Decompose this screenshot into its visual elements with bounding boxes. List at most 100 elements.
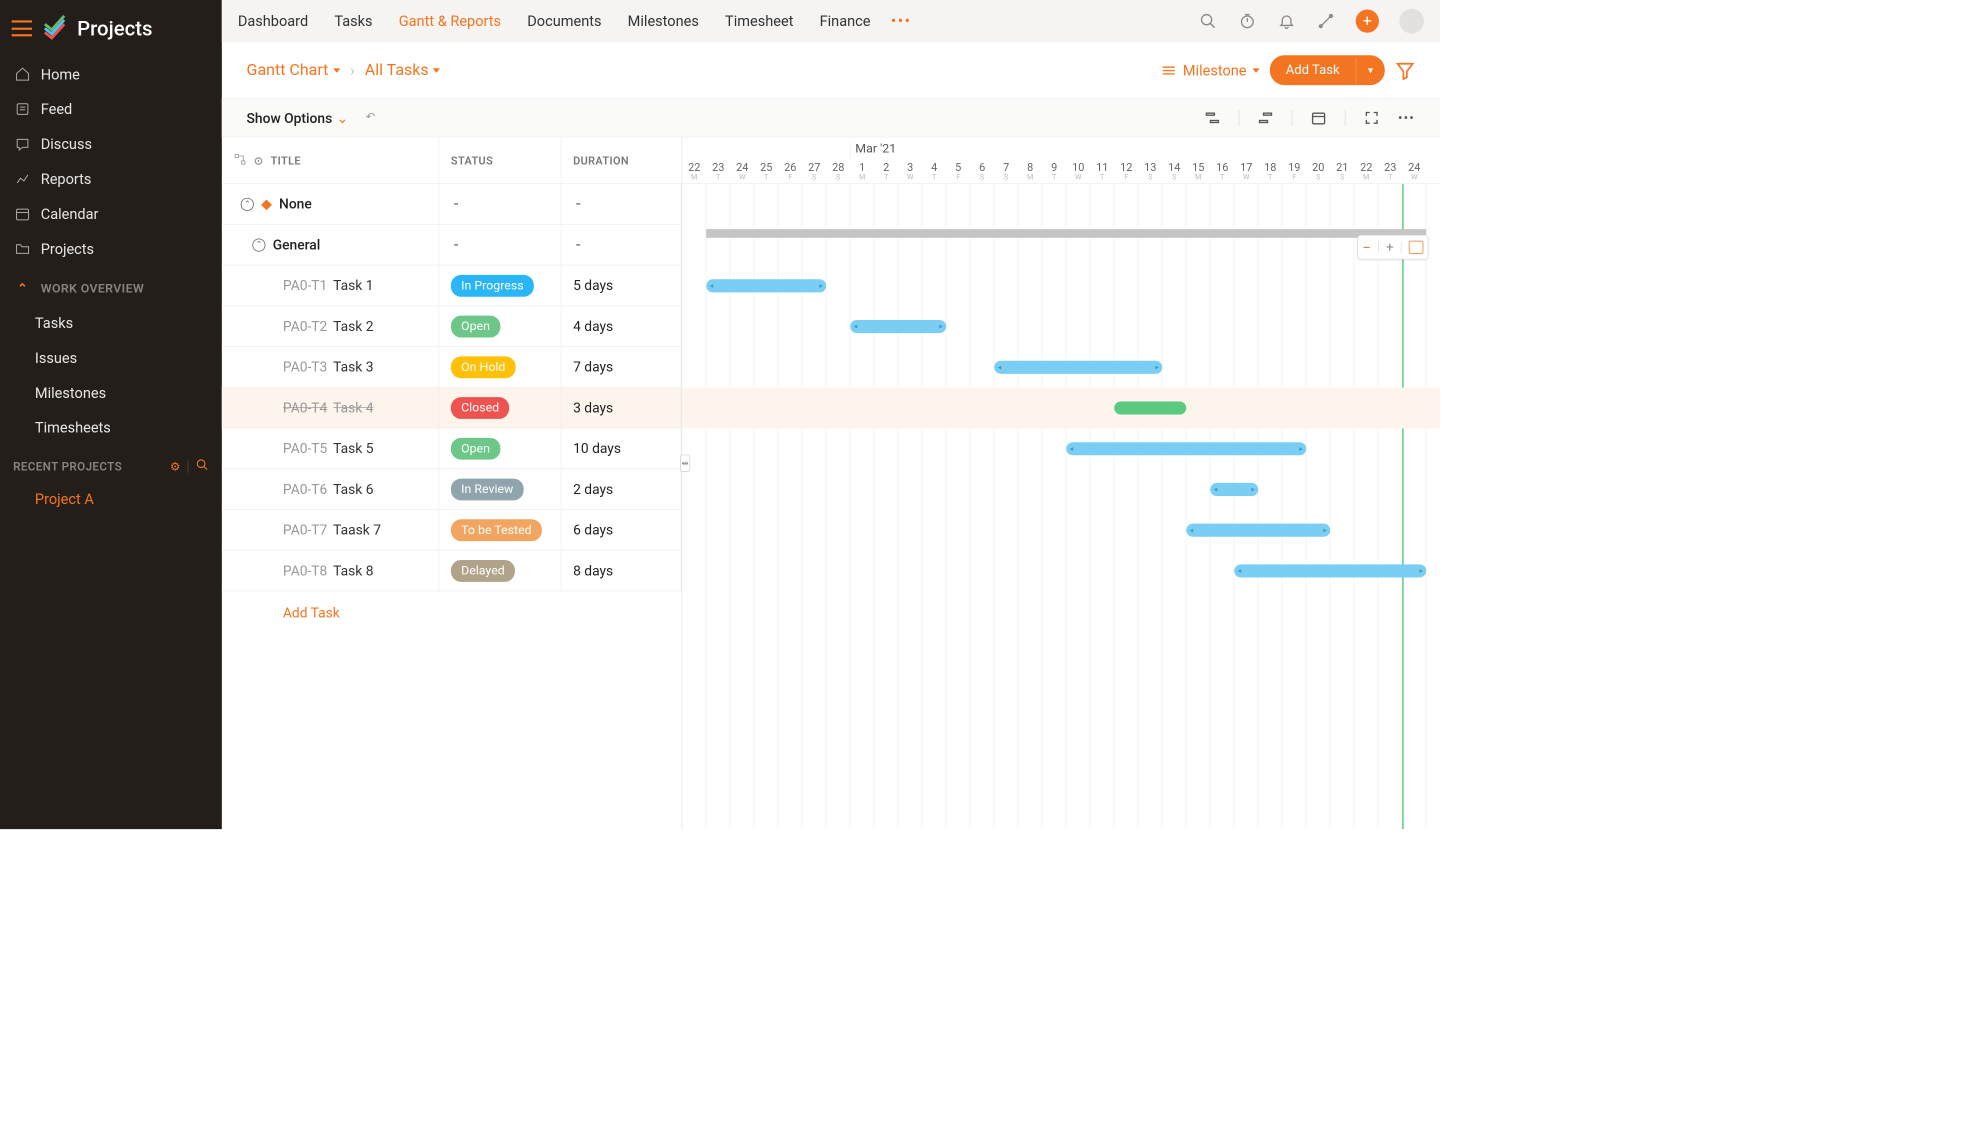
tab-timesheet[interactable]: Timesheet bbox=[725, 12, 793, 29]
task-row[interactable]: PA0-T7 Taask 7 To be Tested 6 days bbox=[222, 510, 682, 551]
task-row[interactable]: PA0-T6 Task 6 In Review 2 days bbox=[222, 469, 682, 510]
bar-resize-right[interactable]: ▸ bbox=[937, 322, 944, 331]
bar-resize-right[interactable]: ▸ bbox=[1250, 485, 1257, 494]
task-row[interactable]: PA0-T4 Task 4 Closed 3 days bbox=[222, 388, 682, 429]
timer-icon[interactable] bbox=[1238, 12, 1257, 31]
bar-resize-left[interactable]: ◂ bbox=[708, 281, 715, 290]
zoom-out-icon[interactable]: − bbox=[1362, 239, 1370, 256]
show-options[interactable]: Show Options ⌄ bbox=[247, 109, 349, 126]
task-row[interactable]: PA0-T8 Task 8 Delayed 8 days bbox=[222, 551, 682, 592]
nav-home[interactable]: Home bbox=[0, 57, 222, 92]
settings-icon[interactable]: ⚙ bbox=[170, 459, 180, 473]
bar-resize-left[interactable]: ◂ bbox=[996, 363, 1003, 372]
milestone-toggle[interactable]: Milestone bbox=[1161, 61, 1260, 78]
bar-resize-left[interactable]: ◂ bbox=[1236, 567, 1243, 576]
task-title-cell[interactable]: PA0-T7 Taask 7 bbox=[222, 510, 439, 550]
add-task-inline[interactable]: Add Task bbox=[222, 591, 682, 634]
task-status-cell[interactable]: Open bbox=[439, 306, 561, 346]
nav-reports[interactable]: Reports bbox=[0, 161, 222, 196]
gantt-bar[interactable]: ◂▸ bbox=[1210, 483, 1258, 496]
bar-resize-right[interactable]: ▸ bbox=[1322, 526, 1329, 535]
group-row-none[interactable]: ⌃ ◆ None - - bbox=[222, 184, 682, 225]
recent-project[interactable]: Project A bbox=[0, 481, 222, 516]
more-tabs-icon[interactable]: ••• bbox=[891, 12, 912, 30]
task-row[interactable]: PA0-T2 Task 2 Open 4 days bbox=[222, 306, 682, 347]
search-icon[interactable] bbox=[1199, 12, 1218, 31]
zoom-in-icon[interactable]: + bbox=[1386, 240, 1393, 255]
gantt-bar[interactable]: ◂▸ bbox=[706, 279, 826, 292]
bar-resize-right[interactable]: ▸ bbox=[817, 281, 824, 290]
search-icon[interactable] bbox=[196, 458, 209, 474]
task-status-cell[interactable]: In Progress bbox=[439, 265, 561, 305]
hamburger-icon[interactable] bbox=[12, 20, 32, 36]
col-duration[interactable]: DURATION bbox=[561, 137, 681, 183]
gantt-bar[interactable]: ◂▸ bbox=[850, 320, 946, 333]
task-title-cell[interactable]: PA0-T2 Task 2 bbox=[222, 306, 439, 346]
tools-icon[interactable] bbox=[1316, 12, 1335, 31]
group-bar[interactable] bbox=[706, 229, 1426, 238]
zoom-fit-icon[interactable] bbox=[1409, 241, 1424, 254]
tab-milestones[interactable]: Milestones bbox=[628, 12, 699, 29]
nav-feed[interactable]: Feed bbox=[0, 92, 222, 127]
add-task-button[interactable]: Add Task ▾ bbox=[1270, 55, 1385, 85]
bar-resize-left[interactable]: ◂ bbox=[1188, 526, 1195, 535]
bar-resize-left[interactable]: ◂ bbox=[1212, 485, 1219, 494]
tab-tasks[interactable]: Tasks bbox=[334, 12, 372, 29]
gantt-view-icon[interactable] bbox=[1204, 109, 1221, 126]
filter-selector[interactable]: All Tasks bbox=[365, 61, 441, 79]
undo-icon[interactable]: ↶ bbox=[366, 110, 382, 126]
collapse-icon[interactable]: ⌃ bbox=[252, 238, 265, 251]
tab-dashboard[interactable]: Dashboard bbox=[238, 12, 308, 29]
task-status-cell[interactable]: To be Tested bbox=[439, 510, 561, 550]
nav-timesheets[interactable]: Timesheets bbox=[0, 410, 222, 445]
col-title[interactable]: ⊙ TITLE bbox=[222, 137, 439, 183]
tab-gantt-&-reports[interactable]: Gantt & Reports bbox=[399, 12, 501, 29]
add-button[interactable]: + bbox=[1356, 9, 1379, 32]
group-title[interactable]: ⌃ ◆ None bbox=[222, 184, 439, 224]
task-status-cell[interactable]: In Review bbox=[439, 469, 561, 509]
task-title-cell[interactable]: PA0-T1 Task 1 bbox=[222, 265, 439, 305]
gantt-bar[interactable]: ◂▸ bbox=[1234, 564, 1426, 577]
bar-resize-left[interactable]: ◂ bbox=[1068, 444, 1075, 453]
group-row-general[interactable]: ⌃ General - - bbox=[222, 225, 682, 266]
task-title-cell[interactable]: PA0-T3 Task 3 bbox=[222, 347, 439, 387]
more-options-icon[interactable]: ••• bbox=[1398, 109, 1415, 126]
task-title-cell[interactable]: PA0-T5 Task 5 bbox=[222, 428, 439, 468]
task-status-cell[interactable]: Closed bbox=[439, 388, 561, 428]
nav-issues[interactable]: Issues bbox=[0, 340, 222, 375]
tab-documents[interactable]: Documents bbox=[527, 12, 601, 29]
nav-calendar[interactable]: Calendar bbox=[0, 196, 222, 231]
bar-resize-right[interactable]: ▸ bbox=[1153, 363, 1160, 372]
tab-finance[interactable]: Finance bbox=[820, 12, 871, 29]
filter-icon[interactable] bbox=[1395, 60, 1415, 80]
work-overview-section[interactable]: ⌃ WORK OVERVIEW bbox=[0, 266, 222, 305]
task-title-cell[interactable]: PA0-T6 Task 6 bbox=[222, 469, 439, 509]
bar-resize-right[interactable]: ▸ bbox=[1418, 567, 1425, 576]
task-row[interactable]: PA0-T5 Task 5 Open 10 days bbox=[222, 428, 682, 469]
nav-tasks[interactable]: Tasks bbox=[0, 305, 222, 340]
today-icon[interactable] bbox=[1310, 109, 1327, 126]
collapse-icon[interactable]: ⌃ bbox=[241, 197, 254, 210]
task-row[interactable]: PA0-T1 Task 1 In Progress 5 days bbox=[222, 265, 682, 306]
view-selector[interactable]: Gantt Chart bbox=[247, 61, 340, 79]
indent-icon[interactable] bbox=[1257, 109, 1274, 126]
col-status[interactable]: STATUS bbox=[439, 137, 561, 183]
bar-resize-left[interactable]: ◂ bbox=[852, 322, 859, 331]
task-title-cell[interactable]: PA0-T8 Task 8 bbox=[222, 551, 439, 591]
task-row[interactable]: PA0-T3 Task 3 On Hold 7 days bbox=[222, 347, 682, 388]
expand-all-icon[interactable]: ⊙ bbox=[254, 154, 264, 167]
gantt-body[interactable]: − + ◂▸◂▸◂▸◂▸◂▸◂▸◂▸ bbox=[682, 184, 1440, 829]
fullscreen-icon[interactable] bbox=[1363, 109, 1380, 126]
task-status-cell[interactable]: On Hold bbox=[439, 347, 561, 387]
gantt-bar[interactable]: ◂▸ bbox=[1066, 442, 1306, 455]
gantt-bar[interactable]: ◂▸ bbox=[994, 361, 1162, 374]
nav-discuss[interactable]: Discuss bbox=[0, 127, 222, 162]
nav-milestones[interactable]: Milestones bbox=[0, 375, 222, 410]
bar-resize-right[interactable]: ▸ bbox=[1298, 444, 1305, 453]
bell-icon[interactable] bbox=[1277, 12, 1296, 31]
group-title[interactable]: ⌃ General bbox=[222, 225, 439, 265]
hierarchy-icon[interactable] bbox=[233, 152, 246, 168]
gantt-bar[interactable] bbox=[1114, 401, 1186, 414]
task-status-cell[interactable]: Open bbox=[439, 428, 561, 468]
avatar[interactable] bbox=[1399, 9, 1424, 34]
